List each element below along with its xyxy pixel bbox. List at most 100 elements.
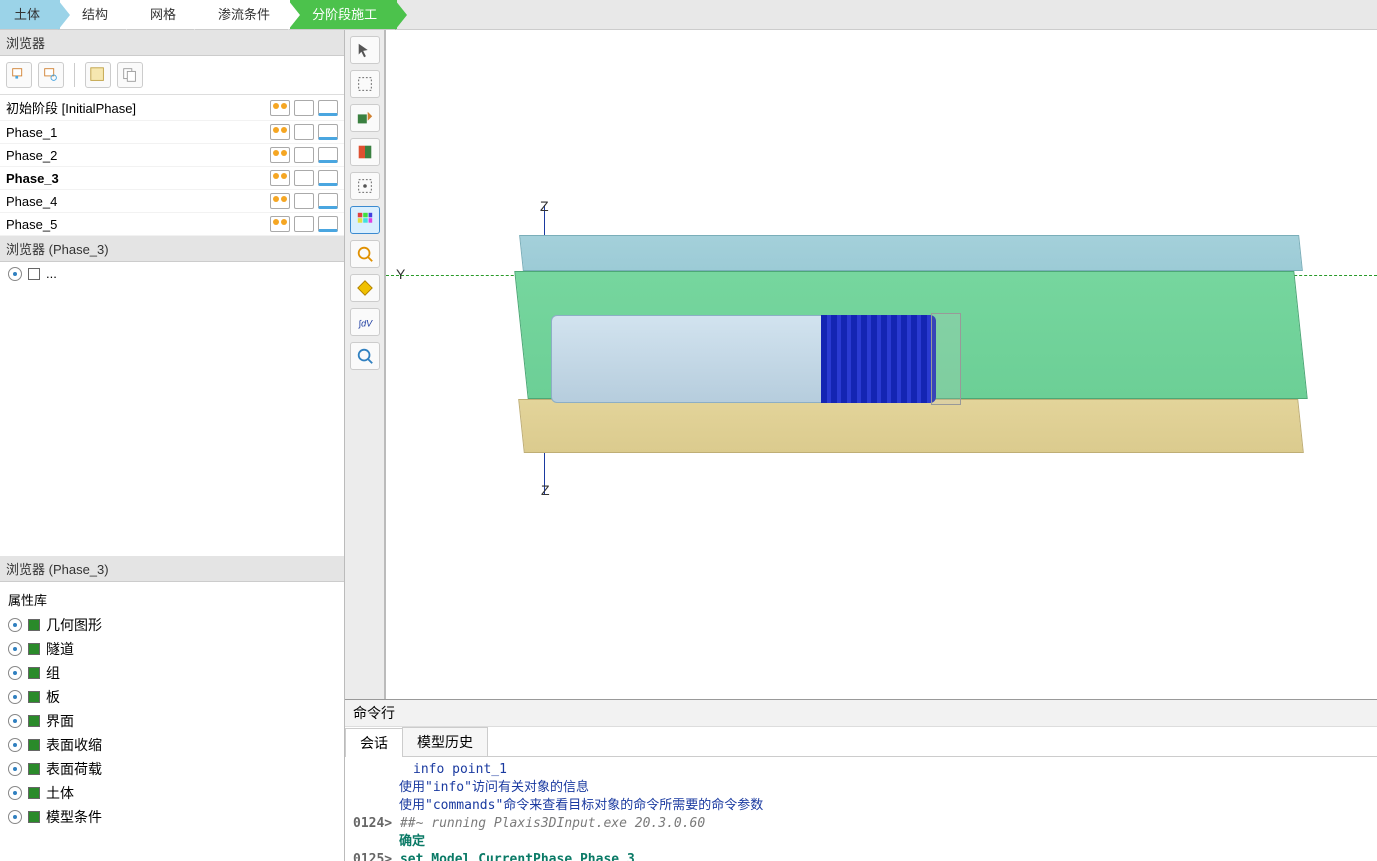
attr-item[interactable]: 板: [6, 685, 338, 709]
phase-output-icon[interactable]: [318, 193, 338, 209]
stage-tab-flow[interactable]: 渗流条件: [196, 0, 290, 29]
phase-view-icon[interactable]: [294, 124, 314, 140]
phase-browser-row[interactable]: ...: [0, 262, 344, 285]
selection-filter-button[interactable]: [350, 172, 380, 200]
add-phase-button[interactable]: [6, 62, 32, 88]
phase-name: Phase_5: [6, 217, 270, 232]
command-tab-session[interactable]: 会话: [345, 728, 403, 757]
cmd-line: 使用"info"访问有关对象的信息: [399, 780, 589, 795]
phase-row[interactable]: 初始阶段 [InitialPhase]: [0, 95, 344, 121]
phase-row-active[interactable]: Phase_3: [0, 167, 344, 190]
attr-label: 表面收缩: [46, 735, 102, 755]
checkbox-on[interactable]: [28, 811, 40, 823]
checkbox[interactable]: [28, 268, 40, 280]
phase-name: Phase_4: [6, 194, 270, 209]
tunnel-face[interactable]: [931, 313, 961, 405]
attr-label: 组: [46, 663, 60, 683]
phase-view-icon[interactable]: [294, 147, 314, 163]
command-tab-history[interactable]: 模型历史: [402, 727, 488, 756]
phase-status-icon[interactable]: [270, 193, 290, 209]
show-materials-button[interactable]: [350, 206, 380, 234]
stage-tab-mesh[interactable]: 网格: [128, 0, 196, 29]
stage-tab-structure[interactable]: 结构: [60, 0, 128, 29]
attribute-library-header[interactable]: 属性库: [6, 586, 338, 613]
edit-phase-button[interactable]: [85, 62, 111, 88]
phase-row[interactable]: Phase_4: [0, 190, 344, 213]
rectangle-select-button[interactable]: [350, 70, 380, 98]
visibility-icon[interactable]: [8, 762, 22, 776]
visibility-icon[interactable]: [8, 738, 22, 752]
cmd-prompt: 0125>: [353, 852, 392, 861]
phase-status-icon[interactable]: [270, 147, 290, 163]
checkbox-on[interactable]: [28, 787, 40, 799]
cmd-line: ##~ running Plaxis3DInput.exe 20.3.0.60: [400, 816, 705, 831]
move-tool-button[interactable]: [350, 104, 380, 132]
phase-view-icon[interactable]: [294, 193, 314, 209]
phase-output-icon[interactable]: [318, 216, 338, 232]
checkbox-on[interactable]: [28, 691, 40, 703]
view-results-button[interactable]: [350, 342, 380, 370]
preview-calculation-button[interactable]: [350, 240, 380, 268]
visibility-icon[interactable]: [8, 642, 22, 656]
command-panel-title: 命令行: [345, 700, 1377, 727]
cmd-prompt: 0124>: [353, 816, 392, 831]
delete-phase-button[interactable]: [38, 62, 64, 88]
phase-view-icon[interactable]: [294, 216, 314, 232]
visibility-icon[interactable]: [8, 786, 22, 800]
checkbox-on[interactable]: [28, 739, 40, 751]
phase-output-icon[interactable]: [318, 170, 338, 186]
viewport-3d[interactable]: Y Z Z X X: [385, 30, 1377, 699]
phase-output-icon[interactable]: [318, 100, 338, 116]
attr-item[interactable]: 几何图形: [6, 613, 338, 637]
axis-label-y: Y: [396, 266, 405, 282]
phase-view-icon[interactable]: [294, 100, 314, 116]
model-3d[interactable]: [521, 235, 1301, 455]
checkbox-on[interactable]: [28, 715, 40, 727]
attr-item[interactable]: 表面收缩: [6, 733, 338, 757]
visibility-icon[interactable]: [8, 666, 22, 680]
attr-label: 几何图形: [46, 615, 102, 635]
soil-layer-top[interactable]: [519, 235, 1303, 271]
attr-label: 隧道: [46, 639, 74, 659]
checkbox-on[interactable]: [28, 667, 40, 679]
calculate-button[interactable]: ∫dV: [350, 308, 380, 336]
visibility-icon[interactable]: [8, 267, 22, 281]
visibility-icon[interactable]: [8, 810, 22, 824]
select-points-button[interactable]: [350, 274, 380, 302]
attr-item[interactable]: 表面荷载: [6, 757, 338, 781]
phase-row[interactable]: Phase_2: [0, 144, 344, 167]
checkbox-on[interactable]: [28, 619, 40, 631]
phase-browser: ...: [0, 262, 344, 285]
visibility-icon[interactable]: [8, 618, 22, 632]
attr-item[interactable]: 隧道: [6, 637, 338, 661]
phase-status-icon[interactable]: [270, 170, 290, 186]
soil-layer-bottom[interactable]: [518, 399, 1304, 453]
command-output[interactable]: info point_1 使用"info"访问有关对象的信息 使用"comman…: [345, 757, 1377, 861]
tunnel-shield[interactable]: [821, 315, 936, 403]
toggle-activation-button[interactable]: [350, 138, 380, 166]
phase-view-icon[interactable]: [294, 170, 314, 186]
phase-status-icon[interactable]: [270, 124, 290, 140]
attr-item[interactable]: 界面: [6, 709, 338, 733]
phase-name: 初始阶段 [InitialPhase]: [6, 98, 270, 117]
stage-tab-staged[interactable]: 分阶段施工: [290, 0, 397, 29]
phase-status-icon[interactable]: [270, 216, 290, 232]
stage-tab-soil[interactable]: 土体: [0, 0, 60, 29]
checkbox-on[interactable]: [28, 763, 40, 775]
attr-item[interactable]: 土体: [6, 781, 338, 805]
attr-item[interactable]: 组: [6, 661, 338, 685]
visibility-icon[interactable]: [8, 690, 22, 704]
phase-output-icon[interactable]: [318, 147, 338, 163]
copy-phase-button[interactable]: [117, 62, 143, 88]
visibility-icon[interactable]: [8, 714, 22, 728]
checkbox-on[interactable]: [28, 643, 40, 655]
attr-label: 土体: [46, 783, 74, 803]
phase-row[interactable]: Phase_1: [0, 121, 344, 144]
toolbar-separator: [74, 63, 75, 87]
phase-status-icon[interactable]: [270, 100, 290, 116]
axis-label-z-bot: Z: [541, 482, 550, 498]
phase-output-icon[interactable]: [318, 124, 338, 140]
attr-item[interactable]: 模型条件: [6, 805, 338, 829]
phase-row[interactable]: Phase_5: [0, 213, 344, 236]
select-tool-button[interactable]: [350, 36, 380, 64]
